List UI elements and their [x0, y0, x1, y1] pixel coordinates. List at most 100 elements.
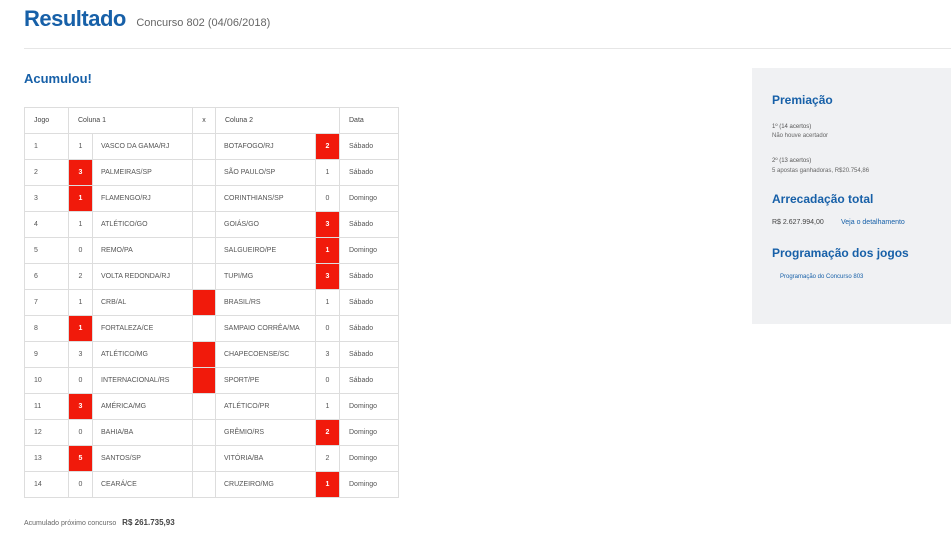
- table-row: 5 0 REMO/PA SALGUEIRO/PE 1 Domingo: [24, 237, 399, 264]
- programacao-link[interactable]: Programação do Concurso 803: [780, 274, 863, 280]
- game-number: 12: [24, 419, 69, 446]
- score-team-1: 1: [68, 185, 93, 212]
- game-day: Sábado: [339, 367, 399, 394]
- next-contest-accumulated: Acumulado próximo concurso R$ 261.735,93: [24, 518, 175, 527]
- score-team-1: 5: [68, 445, 93, 472]
- accumulated-value: R$ 261.735,93: [122, 518, 175, 527]
- game-day: Domingo: [339, 471, 399, 498]
- table-row: 14 0 CEARÁ/CE CRUZEIRO/MG 1 Domingo: [24, 471, 399, 498]
- draw-cell: [192, 445, 216, 472]
- score-team-2: 2: [315, 133, 340, 160]
- team-1-name: FORTALEZA/CE: [92, 315, 193, 342]
- table-row: 9 3 ATLÉTICO/MG CHAPECOENSE/SC 3 Sábado: [24, 341, 399, 368]
- draw-cell: [192, 471, 216, 498]
- score-team-2: 3: [315, 263, 340, 290]
- table-row: 12 0 BAHIA/BA GRÊMIO/RS 2 Domingo: [24, 419, 399, 446]
- team-2-name: BOTAFOGO/RJ: [215, 133, 316, 160]
- team-1-name: BAHIA/BA: [92, 419, 193, 446]
- header-x: x: [192, 107, 216, 134]
- score-team-2: 1: [315, 289, 340, 316]
- game-number: 10: [24, 367, 69, 394]
- draw-cell: [192, 133, 216, 160]
- table-row: 7 1 CRB/AL BRASIL/RS 1 Sábado: [24, 289, 399, 316]
- game-number: 8: [24, 315, 69, 342]
- header-coluna-1: Coluna 1: [68, 107, 193, 134]
- score-team-1: 1: [68, 315, 93, 342]
- sidebar: Premiação 1º (14 acertos) Não houve acer…: [752, 68, 951, 324]
- team-1-name: ATLÉTICO/MG: [92, 341, 193, 368]
- page-title: Resultado: [24, 6, 126, 31]
- team-1-name: FLAMENGO/RJ: [92, 185, 193, 212]
- team-1-name: REMO/PA: [92, 237, 193, 264]
- team-1-name: PALMEIRAS/SP: [92, 159, 193, 186]
- table-row: 6 2 VOLTA REDONDA/RJ TUPI/MG 3 Sábado: [24, 263, 399, 290]
- game-number: 14: [24, 471, 69, 498]
- draw-cell: [192, 159, 216, 186]
- team-2-name: ATLÉTICO/PR: [215, 393, 316, 420]
- game-number: 3: [24, 185, 69, 212]
- team-2-name: CHAPECOENSE/SC: [215, 341, 316, 368]
- header-jogo: Jogo: [24, 107, 69, 134]
- header-data: Data: [339, 107, 399, 134]
- game-day: Sábado: [339, 341, 399, 368]
- score-team-2: 1: [315, 159, 340, 186]
- table-body: 1 1 VASCO DA GAMA/RJ BOTAFOGO/RJ 2 Sábado 2 3 PA…: [24, 133, 399, 498]
- team-2-name: SALGUEIRO/PE: [215, 237, 316, 264]
- team-2-name: SPORT/PE: [215, 367, 316, 394]
- game-day: Domingo: [339, 419, 399, 446]
- contest-subtitle: Concurso 802 (04/06/2018): [136, 17, 271, 29]
- score-team-1: 0: [68, 471, 93, 498]
- game-day: Domingo: [339, 237, 399, 264]
- score-team-2: 3: [315, 211, 340, 238]
- score-team-1: 3: [68, 159, 93, 186]
- result-status: Acumulou!: [24, 71, 92, 86]
- page-header: Resultado Concurso 802 (04/06/2018): [24, 6, 270, 32]
- team-2-name: TUPI/MG: [215, 263, 316, 290]
- accumulated-label: Acumulado próximo concurso: [24, 520, 117, 527]
- team-2-name: SAMPAIO CORRÊA/MA: [215, 315, 316, 342]
- header-divider: [24, 48, 951, 49]
- game-day: Sábado: [339, 159, 399, 186]
- draw-cell: [192, 367, 216, 394]
- table-row: 3 1 FLAMENGO/RJ CORINTHIANS/SP 0 Domingo: [24, 185, 399, 212]
- team-2-name: GRÊMIO/RS: [215, 419, 316, 446]
- game-day: Sábado: [339, 263, 399, 290]
- score-team-1: 3: [68, 341, 93, 368]
- table-row: 4 1 ATLÉTICO/GO GOIÁS/GO 3 Sábado: [24, 211, 399, 238]
- score-team-1: 1: [68, 211, 93, 238]
- table-row: 10 0 INTERNACIONAL/RS SPORT/PE 0 Sábado: [24, 367, 399, 394]
- score-team-2: 3: [315, 341, 340, 368]
- team-1-name: CRB/AL: [92, 289, 193, 316]
- table-row: 1 1 VASCO DA GAMA/RJ BOTAFOGO/RJ 2 Sábado: [24, 133, 399, 160]
- arrecadacao-detail-link[interactable]: Veja o detalhamento: [841, 219, 905, 226]
- game-number: 7: [24, 289, 69, 316]
- game-number: 5: [24, 237, 69, 264]
- draw-cell: [192, 263, 216, 290]
- prize-second-value: 5 apostas ganhadoras, R$20.754,86: [772, 168, 870, 174]
- game-number: 1: [24, 133, 69, 160]
- draw-cell: [192, 211, 216, 238]
- draw-cell: [192, 289, 216, 316]
- score-team-1: 3: [68, 393, 93, 420]
- prize-second-label: 2º (13 acertos): [772, 158, 812, 164]
- table-row: 13 5 SANTOS/SP VITÓRIA/BA 2 Domingo: [24, 445, 399, 472]
- game-number: 6: [24, 263, 69, 290]
- game-day: Domingo: [339, 393, 399, 420]
- premiacao-heading: Premiação: [772, 93, 833, 107]
- results-table: Jogo Coluna 1 x Coluna 2 Data 1 1 VASCO DA…: [24, 107, 399, 498]
- score-team-2: 1: [315, 471, 340, 498]
- draw-cell: [192, 341, 216, 368]
- team-2-name: SÃO PAULO/SP: [215, 159, 316, 186]
- score-team-2: 0: [315, 185, 340, 212]
- game-number: 11: [24, 393, 69, 420]
- table-header-row: Jogo Coluna 1 x Coluna 2 Data: [24, 107, 399, 134]
- score-team-2: 0: [315, 315, 340, 342]
- score-team-2: 1: [315, 393, 340, 420]
- score-team-2: 2: [315, 445, 340, 472]
- score-team-1: 0: [68, 237, 93, 264]
- team-1-name: INTERNACIONAL/RS: [92, 367, 193, 394]
- draw-cell: [192, 393, 216, 420]
- team-1-name: VASCO DA GAMA/RJ: [92, 133, 193, 160]
- team-2-name: GOIÁS/GO: [215, 211, 316, 238]
- game-day: Sábado: [339, 133, 399, 160]
